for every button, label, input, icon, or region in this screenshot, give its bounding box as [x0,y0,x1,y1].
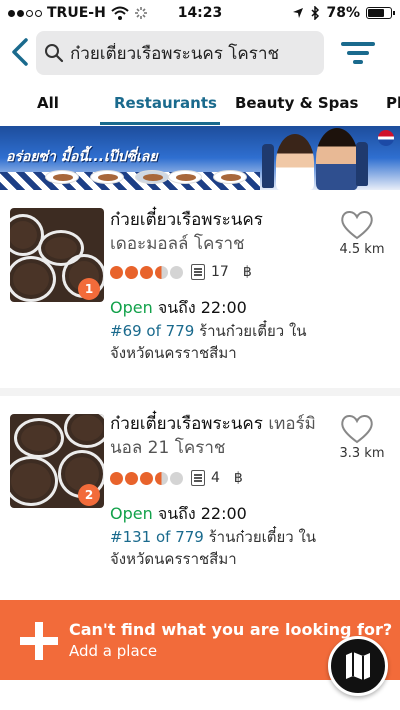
rating-bubble [170,265,183,279]
open-status: Open [110,298,153,317]
ranking: #131 of 779 [110,528,204,546]
restaurant-title: ก๋วยเตี๋ยวเรือพระนคร [110,210,263,230]
tab-restaurants[interactable]: Restaurants [114,94,217,112]
tab-beauty-spas[interactable]: Beauty & Spas [235,94,358,112]
pepsi-logo [378,130,394,146]
banner-woman [276,134,314,190]
category-tabs: All Restaurants Beauty & Spas Pl [0,86,400,126]
rating-bubble [140,471,153,485]
closing-time: จนถึง 22:00 [157,504,247,523]
food-plate [45,170,79,184]
price-level: ฿ [233,470,243,486]
search-input[interactable] [70,43,310,63]
add-place-link[interactable]: Add a place [69,642,157,660]
map-view-button[interactable] [328,636,388,696]
back-chevron-icon[interactable] [8,36,32,68]
price-level: ฿ [242,264,252,280]
pepsi-bottle [356,142,368,186]
rating-bubble [140,265,153,279]
map-icon [346,652,370,680]
search-box[interactable] [36,31,324,75]
restaurant-title: ก๋วยเตี๋ยวเรือพระนคร [110,414,263,434]
closing-time: จนถึง 22:00 [157,298,247,317]
battery-icon [366,7,395,19]
review-count-icon [191,470,205,486]
rank-badge: 1 [78,278,100,300]
review-count: 4 [211,470,220,486]
status-right: 78% [292,5,395,21]
list-divider [0,388,400,396]
heart-icon[interactable] [340,210,374,240]
battery-percent: 78% [326,5,360,21]
rating-bubble [155,265,168,279]
bluetooth-icon [311,6,320,20]
hours-line: Open จนถึง 22:00 [110,502,247,527]
active-tab-indicator [100,122,220,125]
rating-bubble [155,471,168,485]
distance: 4.5 km [339,242,385,257]
drink-bucket [135,170,169,184]
rating-row: 4 ฿ [110,470,243,486]
ranking-line: #69 of 779 ร้านก๋วยเตี๋ยว ใน จังหวัดนครร… [110,320,340,364]
distance: 3.3 km [339,446,385,461]
rating-bubble [125,471,138,485]
banner-man [316,128,358,190]
pepsi-bottle [262,144,274,188]
rating-bubble [110,471,123,485]
restaurant-photo[interactable]: 2 [10,414,104,508]
search-icon [45,44,64,63]
tab-places-partial[interactable]: Pl [386,94,400,112]
restaurant-name[interactable]: ก๋วยเตี๋ยวเรือพระนคร เทอร์มินอล 21 โคราช [110,412,330,460]
rating-bubble [170,471,183,485]
rating-bubble [110,265,123,279]
banner-slogan: อร่อยซ่า มื้อนี้...เป๊ปซี่เลย [6,149,158,165]
rating-bubble [125,265,138,279]
restaurant-photo[interactable]: 1 [10,208,104,302]
food-plate [90,170,124,184]
review-count-icon [191,264,205,280]
add-place-question: Can't find what you are looking for? [69,620,393,639]
food-plate [213,170,247,184]
status-bar: TRUE-H 14:23 78% [0,0,400,26]
ad-banner[interactable]: อร่อยซ่า มื้อนี้...เป๊ปซี่เลย [0,126,400,190]
search-header [0,28,400,78]
restaurant-location: เดอะมอลล์ โคราช [110,234,245,254]
tab-all[interactable]: All [37,94,59,112]
food-plate [168,170,202,184]
ranking: #69 of 779 [110,322,195,340]
filter-icon[interactable] [340,40,376,66]
rating-row: 17 ฿ [110,264,252,280]
heart-icon[interactable] [340,414,374,444]
ranking-line: #131 of 779 ร้านก๋วยเตี๋ยว ใน จังหวัดนคร… [110,526,340,570]
review-count: 17 [211,264,229,280]
location-arrow-icon [293,8,304,18]
restaurant-name[interactable]: ก๋วยเตี๋ยวเรือพระนคร เดอะมอลล์ โคราช [110,208,330,256]
plus-icon [20,622,58,660]
rank-badge: 2 [78,484,100,506]
open-status: Open [110,504,153,523]
hours-line: Open จนถึง 22:00 [110,296,247,321]
